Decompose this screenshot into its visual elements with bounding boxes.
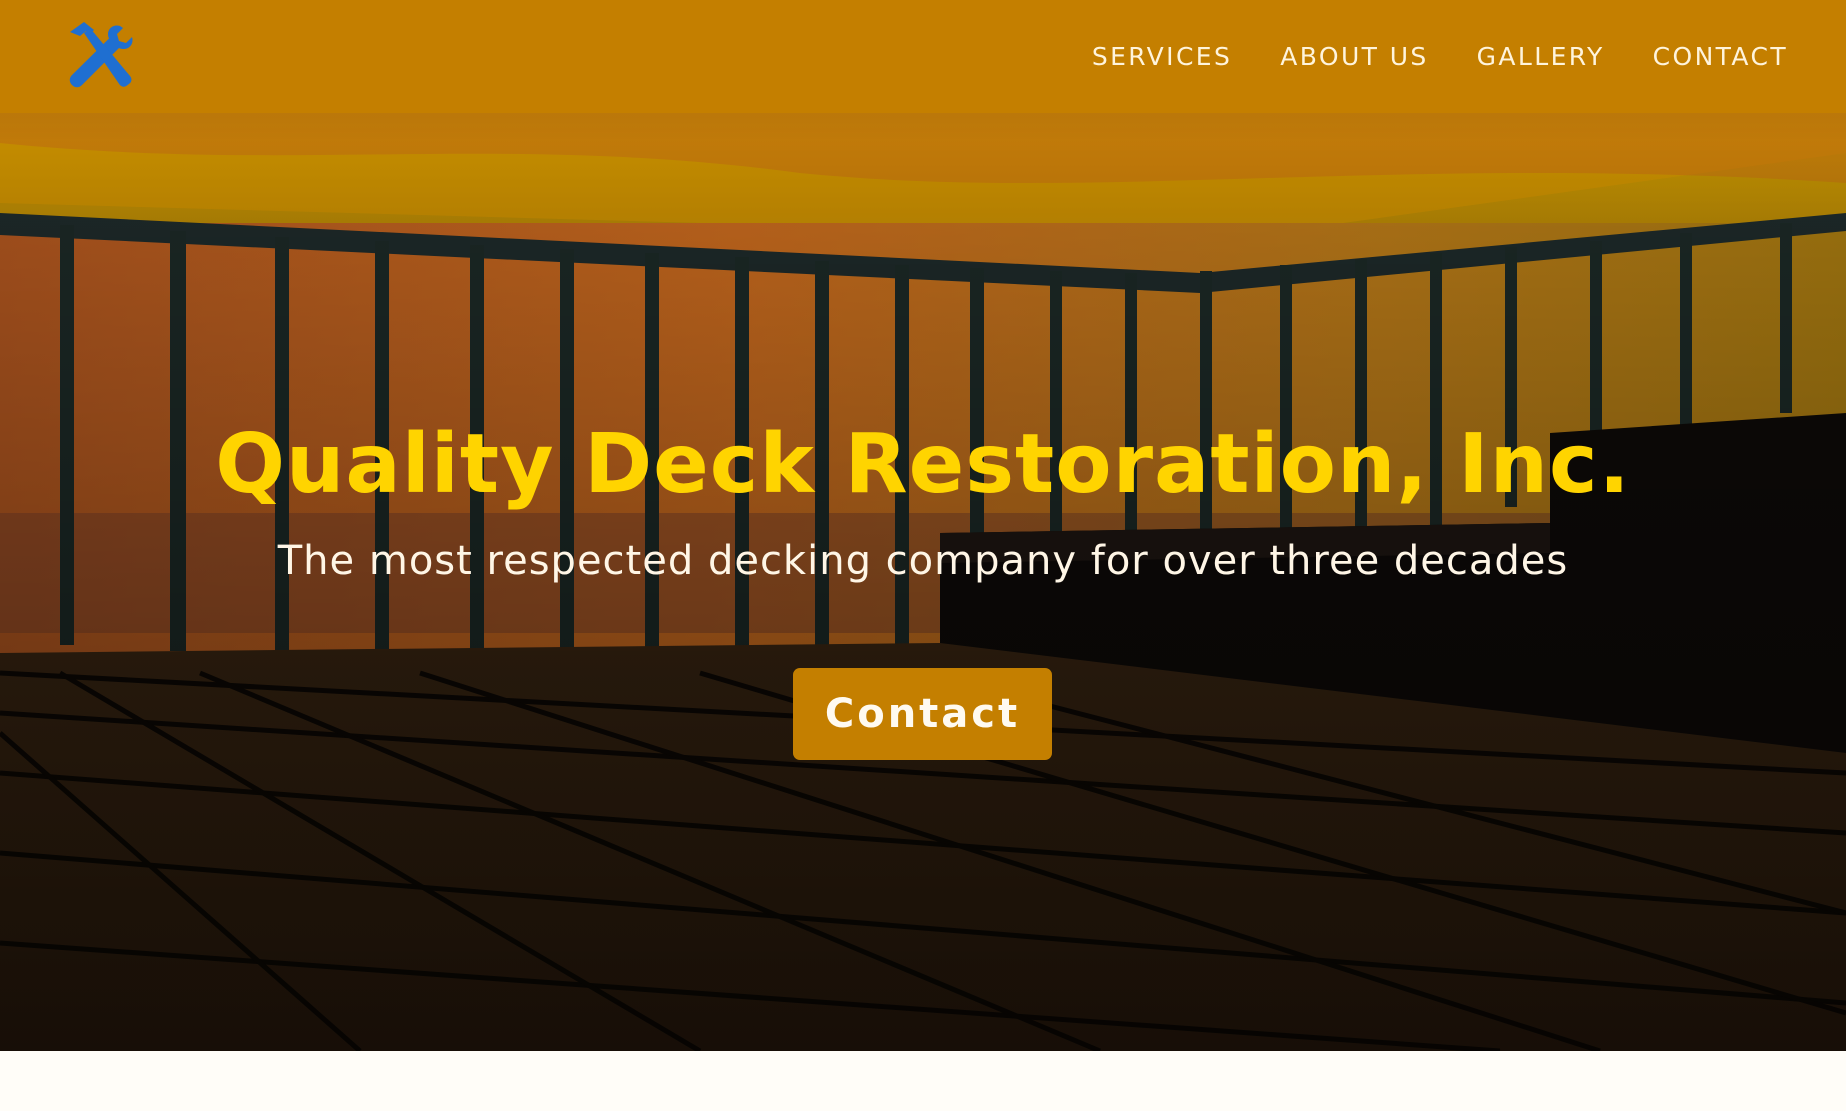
nav-link-about-us[interactable]: ABOUT US — [1280, 42, 1428, 71]
hero-subtitle: The most respected decking company for o… — [277, 538, 1569, 584]
hero-title: Quality Deck Restoration, Inc. — [215, 417, 1631, 512]
nav-link-services[interactable]: SERVICES — [1092, 42, 1232, 71]
nav-link-contact[interactable]: CONTACT — [1653, 42, 1788, 71]
site-header: SERVICES ABOUT US GALLERY CONTACT — [0, 0, 1846, 113]
nav-link-gallery[interactable]: GALLERY — [1477, 42, 1605, 71]
hammer-wrench-icon[interactable] — [64, 20, 138, 92]
page-content-area — [0, 1051, 1846, 1111]
contact-button[interactable]: Contact — [793, 668, 1052, 760]
main-nav: SERVICES ABOUT US GALLERY CONTACT — [1092, 0, 1788, 113]
hero-section: Quality Deck Restoration, Inc. The most … — [0, 113, 1846, 1051]
